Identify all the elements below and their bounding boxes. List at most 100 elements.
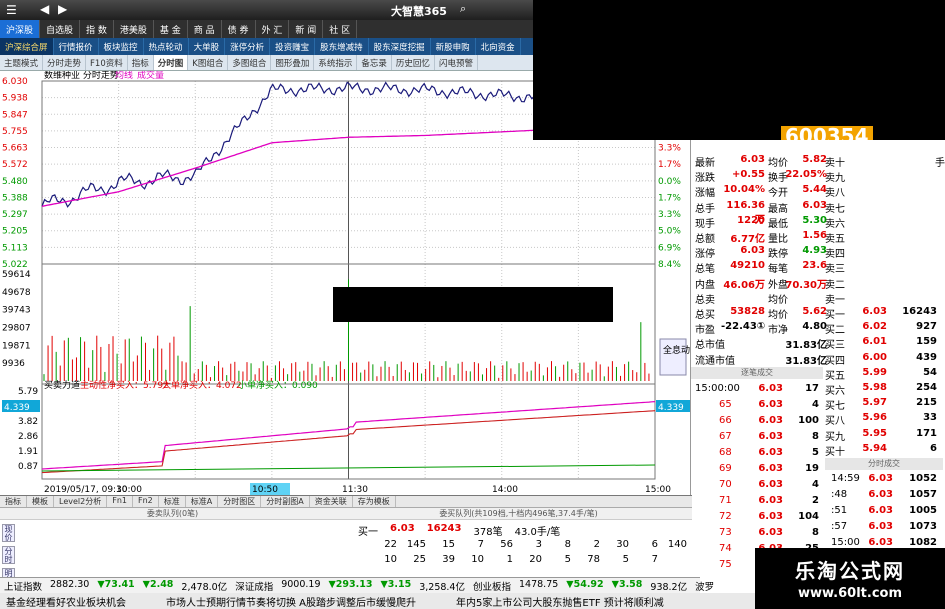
toolbar-item-0[interactable]: 主题模式: [0, 55, 44, 70]
quote-label: 总市值: [695, 340, 725, 352]
ticker-item: 2,478.0亿: [181, 582, 228, 593]
bottom-tab-7[interactable]: 分时图区: [218, 496, 262, 507]
volume-tick: 59614: [2, 270, 31, 280]
subtab-4[interactable]: 大单股: [189, 38, 226, 55]
toolbar-item-1[interactable]: 分时走势: [43, 55, 87, 70]
order-cell: 5: [564, 554, 571, 565]
buy-price: 5.98: [862, 382, 887, 393]
toolbar-item-5[interactable]: K图组合: [188, 55, 229, 70]
subtab-6[interactable]: 投资赚宝: [270, 38, 316, 55]
flow-main: 主动性净买入：5.792: [80, 379, 169, 391]
stock-code-partial: 600354: [781, 126, 873, 140]
fs-qty: 1057: [909, 489, 937, 500]
bottom-tab-9[interactable]: 资金关联: [310, 496, 353, 507]
order-cell: 30: [616, 539, 629, 550]
hand-label: 手: [935, 158, 945, 169]
toolbar-item-2[interactable]: F10资料: [86, 55, 128, 70]
fs-price: 6.03: [868, 537, 893, 548]
bottom-tab-6[interactable]: 标准A: [186, 496, 219, 507]
sell-level: 卖二: [825, 279, 845, 291]
price-tick: 5.572: [2, 160, 28, 170]
tab-1[interactable]: 自选股: [40, 20, 81, 38]
buy-level: 买九: [825, 431, 845, 443]
buy-qty: 254: [916, 382, 937, 393]
ticker-item: 2882.30: [50, 579, 90, 590]
bottom-tab-4[interactable]: Fn2: [133, 496, 159, 507]
quote-label: 总额: [695, 234, 715, 245]
tab-8[interactable]: 新 闻: [289, 20, 324, 38]
bottom-tab-10[interactable]: 存为模板: [353, 496, 396, 507]
forward-icon[interactable]: ▶: [58, 2, 67, 16]
fs-price: 6.03: [868, 489, 893, 500]
subtab-2[interactable]: 板块监控: [99, 38, 144, 55]
side-tab-1[interactable]: 分时: [2, 546, 15, 564]
flow-title: 买卖力道: [44, 379, 80, 391]
toolbar-item-11[interactable]: 闪电预警: [435, 55, 478, 70]
toolbar-item-8[interactable]: 系统指示: [314, 55, 358, 70]
buy-price: 6.02: [862, 321, 887, 333]
news-item[interactable]: 基金经理看好农业板块机会: [0, 593, 132, 609]
quote-value: +0.55: [731, 169, 765, 181]
ticker-item: 上证指数: [4, 582, 43, 593]
pct-tick: 6.9%: [658, 243, 681, 253]
toolbar-item-4[interactable]: 分时图: [153, 55, 189, 70]
quote-label: 现手: [695, 218, 715, 230]
price-tick: 5.938: [2, 94, 28, 104]
flow-small: 小单净买入：0.090: [238, 379, 318, 391]
watermark-title: 乐淘公式网: [795, 559, 905, 583]
sell-level: 卖一: [825, 294, 845, 306]
toolbar-item-3[interactable]: 指标: [128, 55, 154, 70]
order-row-1: 22 145 15 7 56 3 8 2 30 6 140: [368, 539, 687, 550]
tab-7[interactable]: 外 汇: [256, 20, 290, 38]
tab-3[interactable]: 港美股: [114, 20, 154, 38]
quote-label: 涨跌: [695, 173, 715, 185]
order-cell: 15: [442, 539, 455, 550]
price-tick: 5.847: [2, 110, 28, 120]
subtab-10[interactable]: 北向资金: [476, 38, 521, 55]
toolbar-item-6[interactable]: 多图组合: [228, 55, 272, 70]
flow-tick: 2.86: [18, 432, 38, 442]
subtab-1[interactable]: 行情报价: [54, 38, 99, 55]
tab-0[interactable]: 沪深股: [0, 20, 41, 38]
subtab-9[interactable]: 新股申购: [431, 38, 476, 55]
buy1-price: 6.03: [390, 523, 415, 534]
bottom-tab-1[interactable]: 模板: [27, 496, 54, 507]
search-icon[interactable]: ⌕: [460, 2, 466, 16]
tick-qty: 8: [812, 431, 819, 442]
bottom-tab-0[interactable]: 指标: [0, 496, 27, 507]
news-item[interactable]: 年内5家上市公司大股东抛售ETF 预计将顺利减: [450, 593, 670, 609]
bottom-tab-3[interactable]: Fn1: [107, 496, 133, 507]
quote-value: 23.6: [802, 260, 827, 272]
order-cell: 7: [477, 539, 484, 550]
tab-5[interactable]: 商 品: [188, 20, 222, 38]
ticker-item: 3,258.4亿: [419, 582, 465, 593]
bottom-tab-8[interactable]: 分时副图A: [261, 496, 310, 507]
quote-value: 6.03: [802, 199, 827, 211]
bottom-tab-2[interactable]: Level2分析: [54, 496, 108, 507]
quote-value: 4.80: [802, 321, 827, 333]
subtab-0[interactable]: 沪深综合屏: [0, 38, 54, 55]
volume-tick: 19871: [2, 341, 31, 351]
menu-icon[interactable]: ☰: [6, 3, 17, 17]
ticker-item: 9000.19: [281, 579, 321, 590]
toolbar-item-9[interactable]: 备忘录: [357, 55, 392, 70]
news-item[interactable]: 市场人士预期行情节奏将切换 A股踏步调整后市缓慢爬升: [160, 593, 422, 609]
bottom-tab-5[interactable]: 标准: [159, 496, 186, 507]
tab-9[interactable]: 社 区: [323, 20, 358, 38]
quote-value: 5.44: [802, 184, 827, 196]
pct-tick: 3.3%: [658, 144, 681, 154]
side-tab-0[interactable]: 现价: [2, 524, 15, 542]
subtab-8[interactable]: 股东深度挖掘: [369, 38, 431, 55]
redaction-box: [333, 287, 613, 322]
toolbar-item-10[interactable]: 历史回忆: [392, 55, 435, 70]
back-icon[interactable]: ◀: [40, 2, 49, 16]
tab-2[interactable]: 指 数: [80, 20, 114, 38]
buy-price: 6.01: [862, 336, 887, 348]
tick-time: 73: [719, 527, 732, 538]
toolbar-item-7[interactable]: 图形叠加: [271, 55, 315, 70]
tab-6[interactable]: 债 券: [222, 20, 256, 38]
subtab-5[interactable]: 涨停分析: [225, 38, 271, 55]
subtab-7[interactable]: 股东增减持: [315, 38, 369, 55]
subtab-3[interactable]: 热点轮动: [144, 38, 189, 55]
tab-4[interactable]: 基 金: [154, 20, 188, 38]
